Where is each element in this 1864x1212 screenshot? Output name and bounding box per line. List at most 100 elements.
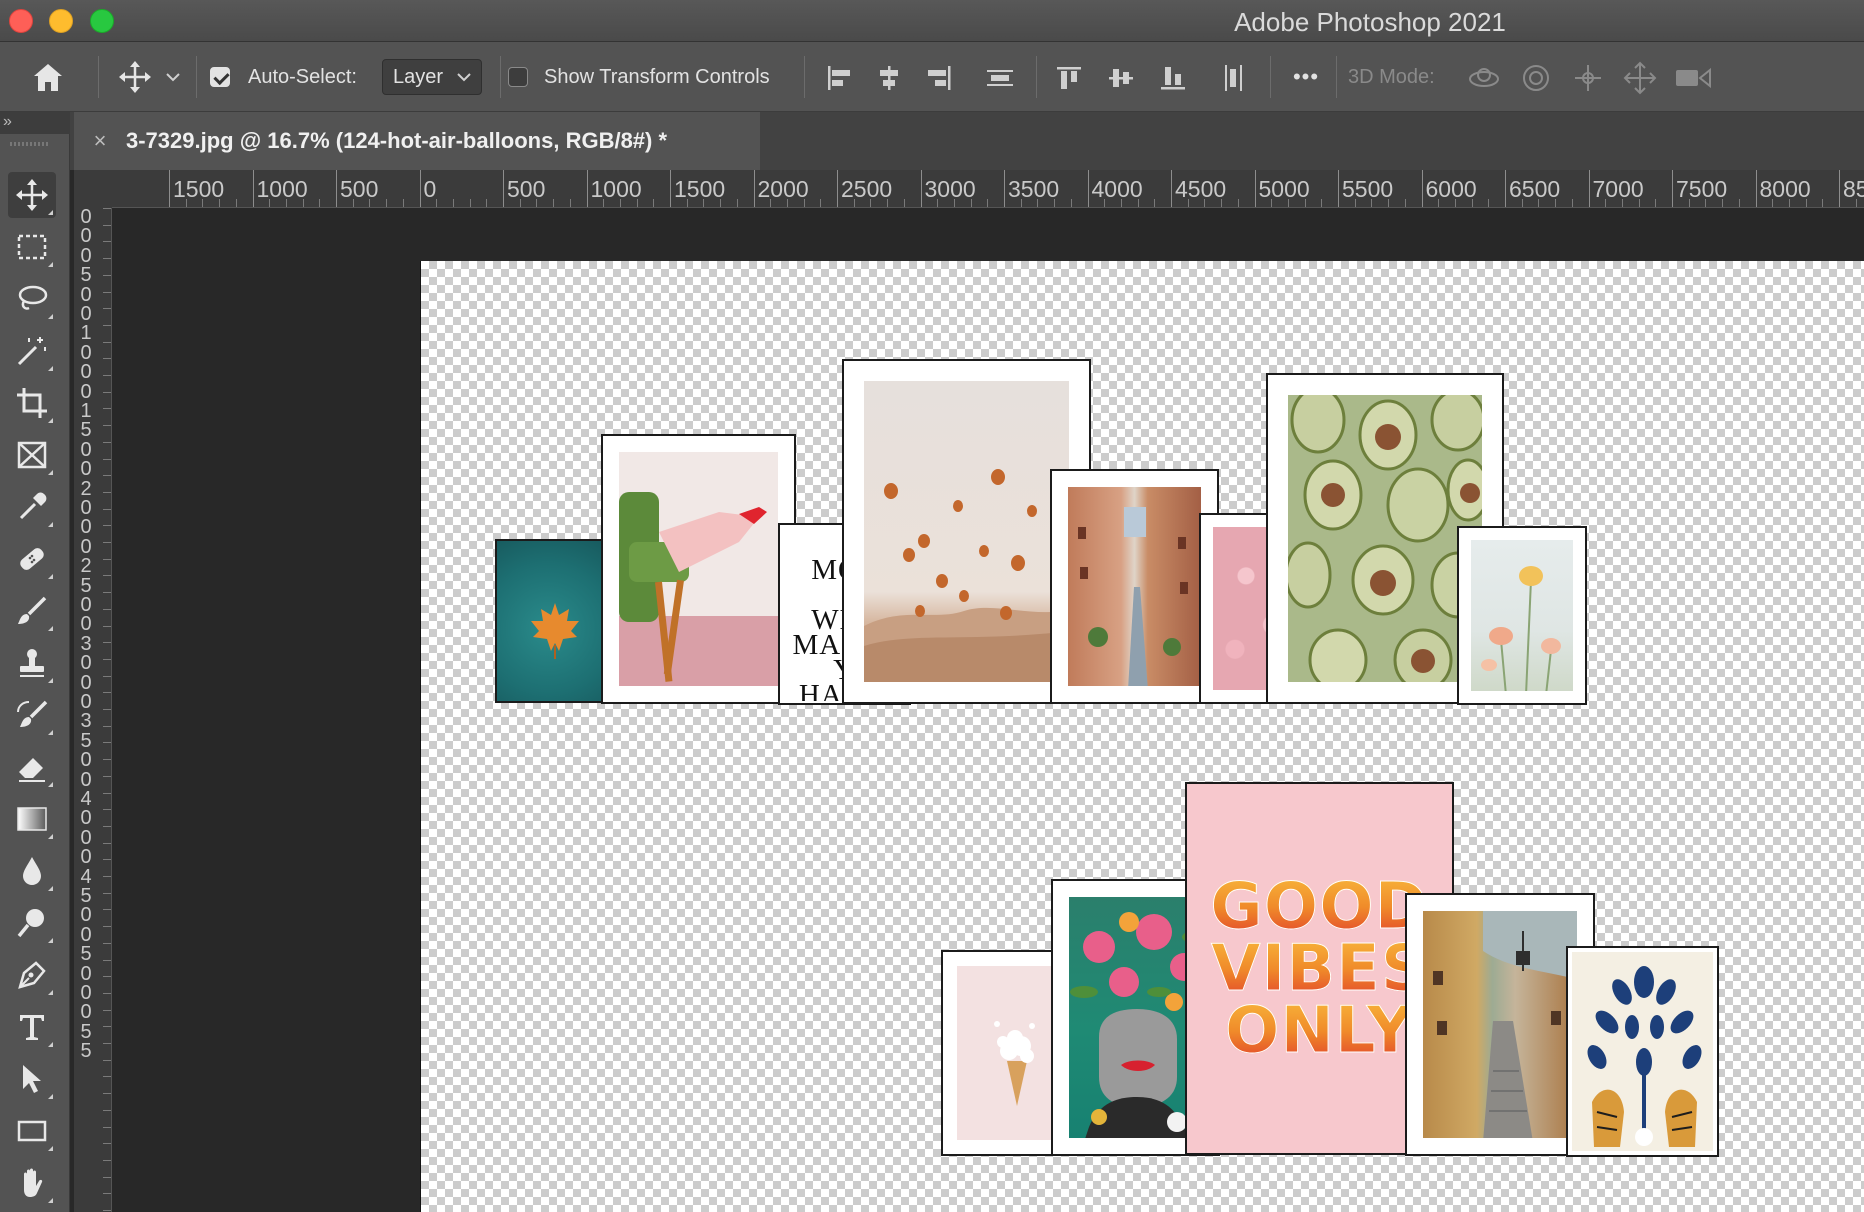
panel-grip[interactable]	[10, 142, 50, 146]
poppy-illustration	[1481, 566, 1561, 691]
ruler-label: 6500	[1509, 176, 1561, 202]
type-tool[interactable]	[8, 1004, 56, 1050]
ruler-minor-tick	[103, 558, 111, 560]
gradient-tool[interactable]	[8, 796, 56, 842]
3d-roll-button[interactable]	[1516, 60, 1556, 96]
ruler-minor-tick	[1571, 199, 1573, 207]
window-zoom-button[interactable]	[90, 9, 114, 33]
align-bottom-edges-button[interactable]	[1154, 60, 1192, 96]
more-options-button[interactable]: •••	[1284, 62, 1328, 92]
ruler-minor-tick	[1070, 199, 1072, 207]
poster-chair-legs[interactable]	[601, 434, 796, 704]
horizontal-ruler[interactable]: 1500 1000 500 0 500 1000 1500 2000 2500 3000 3500 4…	[74, 170, 1864, 208]
ruler-minor-tick	[1154, 199, 1156, 207]
ruler-label: 0	[80, 846, 92, 869]
ruler-tick	[419, 170, 421, 207]
move-tool[interactable]	[8, 172, 56, 218]
panel-collapse-button[interactable]: »	[0, 112, 70, 134]
dodge-tool[interactable]	[8, 900, 56, 946]
ruler-minor-tick	[103, 725, 111, 727]
show-transform-controls-checkbox[interactable]	[508, 67, 528, 87]
ruler-minor-tick	[436, 199, 438, 207]
spot-healing-brush-tool[interactable]	[8, 536, 56, 582]
align-vertical-centers-button[interactable]	[1102, 60, 1140, 96]
ruler-minor-tick	[1321, 199, 1323, 207]
eraser-icon	[19, 758, 45, 782]
ruler-minor-tick	[103, 809, 111, 811]
path-selection-tool[interactable]	[8, 1056, 56, 1102]
arrow-pointer-icon	[23, 1065, 41, 1093]
lasso-tool[interactable]	[8, 276, 56, 322]
3d-slide-button[interactable]	[1620, 60, 1660, 96]
frame-icon	[17, 441, 47, 469]
ruler-minor-tick	[103, 909, 111, 911]
auto-select-dropdown[interactable]: Layer	[382, 59, 483, 95]
ruler-minor-tick	[103, 308, 111, 310]
3d-mode-label: 3D Mode:	[1348, 65, 1435, 88]
poster-twin-tigers[interactable]	[1566, 946, 1719, 1157]
align-right-edges-button[interactable]	[920, 60, 958, 96]
ruler-label: 0	[80, 613, 92, 636]
document-tab[interactable]: × 3-7329.jpg @ 16.7% (124-hot-air-balloo…	[74, 112, 760, 170]
magic-wand-tool[interactable]	[8, 328, 56, 374]
ruler-tick	[503, 170, 504, 207]
eraser-tool[interactable]	[8, 744, 56, 790]
rectangle-tool[interactable]	[8, 1108, 56, 1154]
hand-icon	[24, 1168, 43, 1197]
crop-tool[interactable]	[8, 380, 56, 426]
rectangular-marquee-tool[interactable]	[8, 224, 56, 270]
window-minimize-button[interactable]	[49, 9, 73, 33]
align-left-edges-button[interactable]	[820, 60, 858, 96]
clone-stamp-tool[interactable]	[8, 640, 56, 686]
distribute-vertical-button[interactable]	[980, 60, 1020, 96]
tool-preset-dropdown[interactable]	[162, 64, 184, 90]
ruler-tick	[1839, 170, 1840, 207]
ruler-tick	[586, 170, 588, 207]
ruler-label: 0	[80, 516, 92, 539]
ruler-label: 1500	[674, 176, 726, 202]
ruler-minor-tick	[103, 1159, 111, 1161]
poster-autumn-leaf[interactable]	[495, 539, 613, 703]
home-button[interactable]	[22, 52, 74, 102]
3d-scale-button[interactable]	[1672, 60, 1714, 96]
brush-tool[interactable]	[8, 588, 56, 634]
ruler-origin[interactable]	[74, 170, 112, 208]
window-close-button[interactable]	[9, 9, 33, 33]
ruler-label: 0	[80, 380, 92, 403]
document-canvas[interactable]: DOMOREOFWHATMAKESYOUHAPPY	[420, 261, 1864, 1212]
ruler-minor-tick	[103, 1009, 111, 1011]
history-brush-tool[interactable]	[8, 692, 56, 738]
ruler-label: 2500	[841, 176, 893, 202]
3d-orbit-button[interactable]	[1464, 60, 1504, 96]
ruler-minor-tick	[103, 358, 111, 360]
move-tool-preset-button[interactable]	[112, 56, 158, 98]
ruler-minor-tick	[103, 1210, 111, 1211]
3d-pan-button[interactable]	[1568, 60, 1608, 96]
pen-tool[interactable]	[8, 952, 56, 998]
ruler-label: 0	[80, 749, 92, 772]
ruler-label: 0	[80, 923, 92, 946]
ruler-minor-tick	[103, 1143, 111, 1145]
ruler-label: 5	[80, 419, 92, 442]
ruler-minor-tick	[103, 942, 111, 944]
brush-icon	[18, 596, 47, 624]
ruler-minor-tick	[653, 199, 655, 207]
ruler-minor-tick	[820, 199, 822, 207]
frame-tool[interactable]	[8, 432, 56, 478]
vertical-ruler[interactable]: 0005001000150020002500300035004000450050…	[74, 208, 112, 1212]
poster-poppies[interactable]	[1457, 526, 1587, 705]
3d-slide-icon	[1623, 61, 1657, 95]
ruler-tick	[1672, 170, 1673, 207]
eyedropper-tool[interactable]	[8, 484, 56, 530]
close-tab-button[interactable]: ×	[82, 128, 118, 154]
distribute-horizontal-button[interactable]	[1214, 60, 1254, 96]
poster-italian-street[interactable]	[1050, 469, 1219, 704]
3d-orbit-icon	[1469, 68, 1499, 87]
auto-select-checkbox[interactable]	[210, 67, 230, 87]
blur-tool[interactable]	[8, 848, 56, 894]
type-icon	[20, 1015, 44, 1040]
align-horizontal-centers-button[interactable]	[870, 60, 908, 96]
options-bar: Auto-Select: Layer Show Transform Contro…	[0, 42, 1864, 112]
hand-tool[interactable]	[8, 1160, 56, 1206]
align-top-edges-button[interactable]	[1050, 60, 1088, 96]
